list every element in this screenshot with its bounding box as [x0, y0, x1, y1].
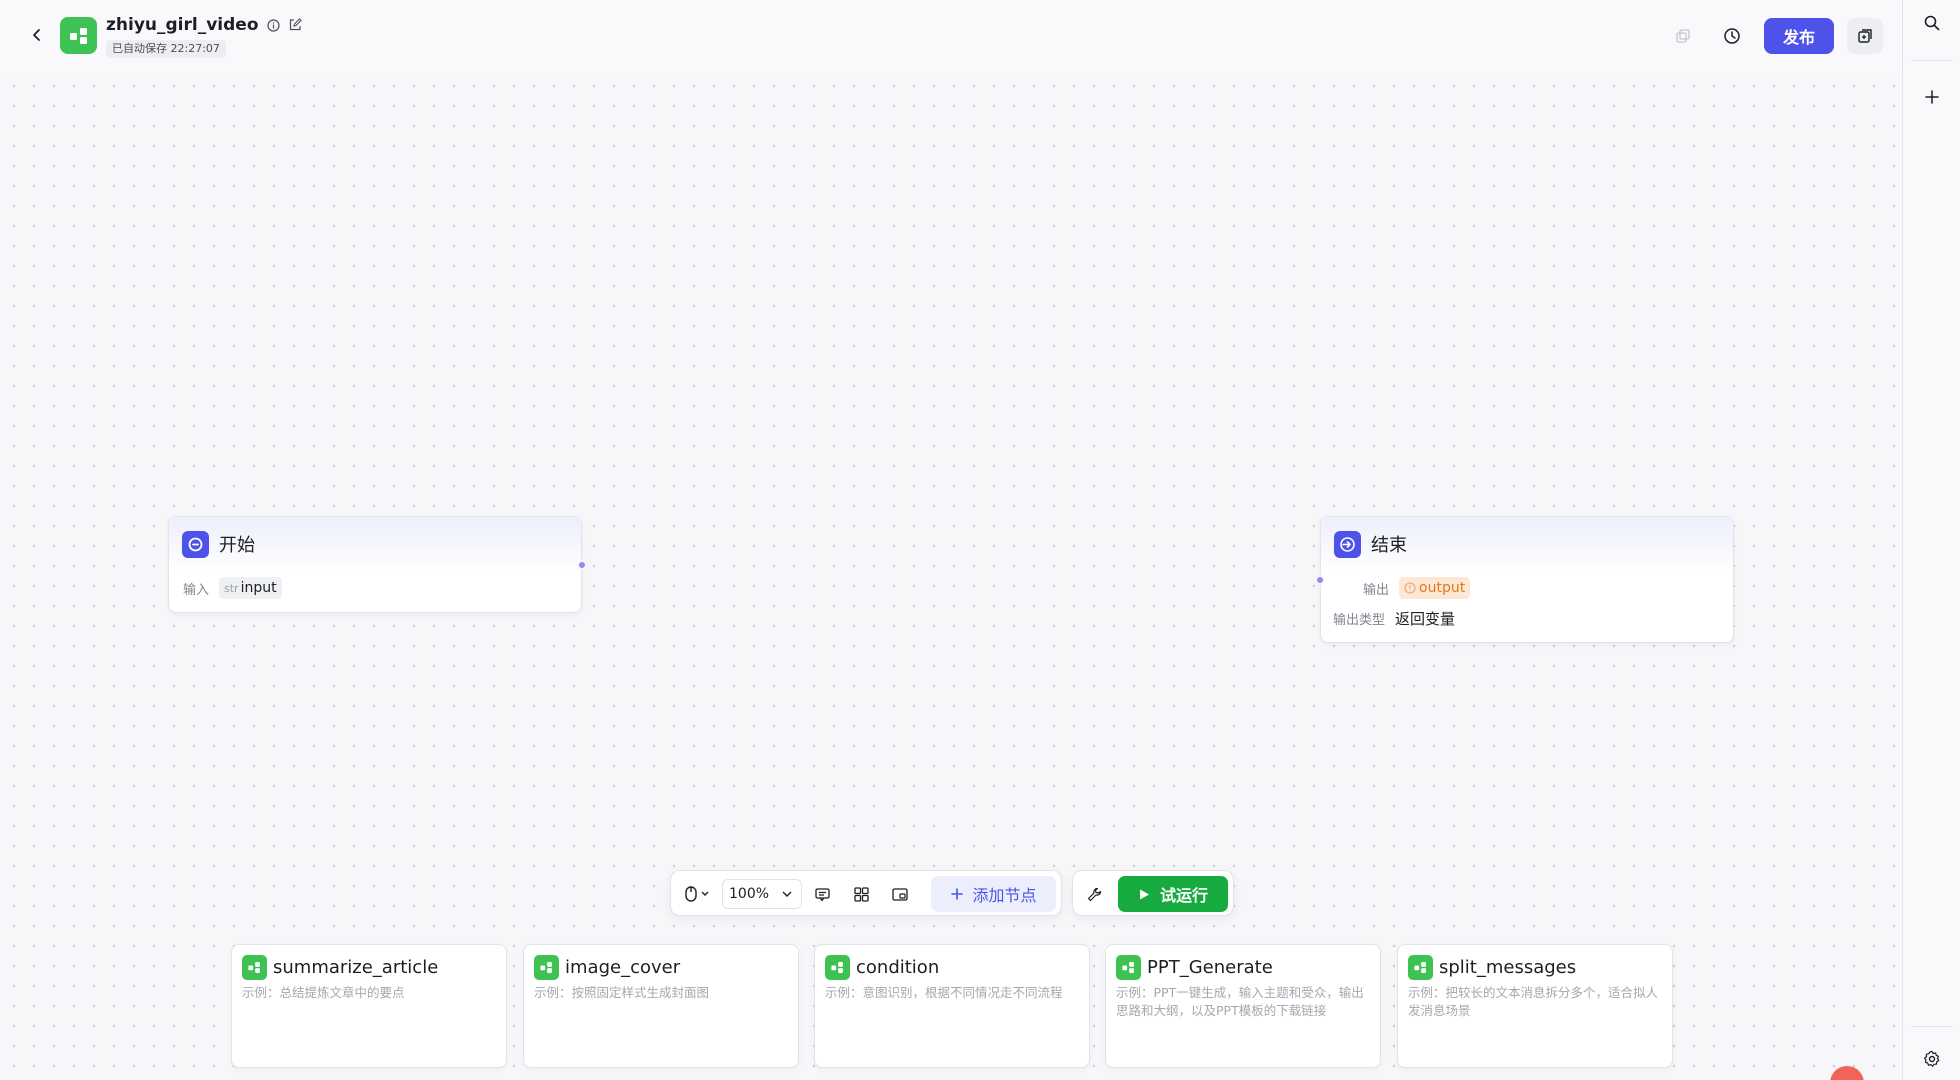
search-icon: [1924, 15, 1940, 31]
right-rail: [1902, 0, 1960, 1080]
output-variable-chip: output: [1399, 577, 1471, 599]
test-run-button[interactable]: 试运行: [1118, 876, 1228, 912]
run-toolbar: 试运行: [1072, 870, 1234, 916]
template-card-header: condition: [825, 955, 1079, 980]
workflow-icon: [1116, 955, 1141, 980]
template-description: 示例：总结提炼文章中的要点: [242, 985, 405, 1000]
start-node-title: 开始: [219, 535, 255, 556]
copy-button[interactable]: [1673, 26, 1693, 46]
canvas-toolbar: 100% 添加节点: [670, 870, 1062, 916]
plus-icon: [951, 888, 964, 900]
layout-grid-icon: [853, 886, 869, 902]
end-output-row: 输出 output: [1321, 576, 1733, 600]
comment-button[interactable]: [811, 883, 833, 905]
workflow-icon: [1408, 955, 1433, 980]
end-output-type-row: 输出类型 返回变量: [1321, 606, 1733, 630]
debug-tools-button[interactable]: [1083, 883, 1105, 905]
workflow-icon: [534, 955, 559, 980]
output-variable-name: output: [1419, 580, 1466, 596]
top-bar: zhiyu_girl_video 已自动保存 22:27:07 发布: [0, 0, 1902, 72]
template-card-header: summarize_article: [242, 955, 496, 980]
end-node[interactable]: 结束 输出 output 输出类型 返回变量: [1320, 516, 1734, 643]
workflow-icon: [825, 955, 850, 980]
template-description: 示例：把较长的文本消息拆分多个，适合拟人发消息场景: [1408, 985, 1659, 1018]
minimap-button[interactable]: [889, 883, 911, 905]
template-card[interactable]: summarize_article 示例：总结提炼文章中的要点: [231, 944, 507, 1068]
template-title: PPT_Generate: [1147, 957, 1273, 978]
start-icon: [182, 530, 209, 558]
template-description: 示例：PPT一键生成，输入主题和受众，输出思路和大纲，以及PPT模板的下载链接: [1116, 985, 1364, 1018]
input-variable-chip: str input: [219, 577, 282, 599]
add-node-label: 添加节点: [972, 886, 1037, 905]
template-title: image_cover: [565, 957, 681, 978]
wrench-icon: [1087, 887, 1101, 901]
history-icon: [1724, 28, 1740, 44]
end-node-header: 结束: [1321, 517, 1733, 571]
back-button[interactable]: [26, 24, 48, 46]
rail-divider: [1911, 60, 1953, 61]
output-type-value: 返回变量: [1395, 609, 1456, 628]
warning-icon: [1404, 582, 1416, 594]
end-input-port[interactable]: [1315, 575, 1325, 585]
add-node-button[interactable]: 添加节点: [931, 876, 1056, 912]
workflow-icon: [242, 955, 267, 980]
input-label: 输入: [183, 582, 210, 598]
template-card[interactable]: condition 示例：意图识别，根据不同情况走不同流程: [814, 944, 1090, 1068]
zoom-value: 100%: [729, 886, 770, 902]
template-card[interactable]: PPT_Generate 示例：PPT一键生成，输入主题和受众，输出思路和大纲，以…: [1105, 944, 1381, 1068]
search-button[interactable]: [1919, 10, 1945, 36]
output-type-label: 输出类型: [1333, 612, 1386, 628]
run-label: 试运行: [1159, 886, 1208, 905]
zoom-select[interactable]: 100%: [722, 879, 802, 909]
start-node-header: 开始: [169, 517, 581, 571]
add-button[interactable]: [1919, 84, 1945, 110]
chevron-down-icon: [782, 891, 792, 897]
start-input-row: 输入 str input: [169, 576, 581, 600]
comment-icon: [814, 887, 830, 902]
template-card[interactable]: split_messages 示例：把较长的文本消息拆分多个，适合拟人发消息场景: [1397, 944, 1673, 1068]
template-title: condition: [856, 957, 940, 978]
output-label: 输出: [1363, 582, 1390, 598]
template-card-header: PPT_Generate: [1116, 955, 1370, 980]
type-tag: str: [224, 581, 239, 595]
template-description: 示例：意图识别，根据不同情况走不同流程: [825, 985, 1063, 1000]
template-description: 示例：按照固定样式生成封面图: [534, 985, 710, 1000]
rail-divider: [1911, 1026, 1953, 1027]
template-card-header: split_messages: [1408, 955, 1662, 980]
chevron-left-icon: [33, 29, 40, 41]
minimap-icon: [892, 887, 908, 901]
history-button[interactable]: [1721, 25, 1743, 47]
template-title: split_messages: [1439, 957, 1577, 978]
plus-icon: [1925, 90, 1939, 104]
start-node[interactable]: 开始 输入 str input: [168, 516, 582, 613]
end-icon: [1334, 530, 1361, 558]
end-node-title: 结束: [1371, 535, 1407, 556]
app-name: zhiyu_girl_video: [106, 15, 259, 35]
gear-icon: [1924, 1050, 1940, 1067]
template-card-header: image_cover: [534, 955, 788, 980]
template-card[interactable]: image_cover 示例：按照固定样式生成封面图: [523, 944, 799, 1068]
template-title: summarize_article: [273, 957, 439, 978]
publish-button[interactable]: 发布: [1764, 18, 1834, 54]
edit-icon[interactable]: [288, 18, 303, 33]
mouse-icon: [685, 886, 709, 902]
interaction-mode-button[interactable]: [679, 881, 715, 907]
settings-button[interactable]: [1919, 1046, 1945, 1072]
input-variable-name: input: [240, 580, 277, 596]
panel-icon: [1858, 29, 1872, 43]
auto-layout-button[interactable]: [850, 883, 872, 905]
autosave-status: 已自动保存 22:27:07: [106, 40, 226, 58]
copy-icon: [1676, 29, 1690, 43]
play-icon: [1139, 889, 1149, 899]
layout-toggle-button[interactable]: [1847, 18, 1883, 54]
workflow-logo-icon: [60, 17, 97, 54]
start-output-port[interactable]: [577, 560, 587, 570]
app-title: zhiyu_girl_video: [106, 15, 303, 35]
info-icon[interactable]: [266, 18, 281, 33]
